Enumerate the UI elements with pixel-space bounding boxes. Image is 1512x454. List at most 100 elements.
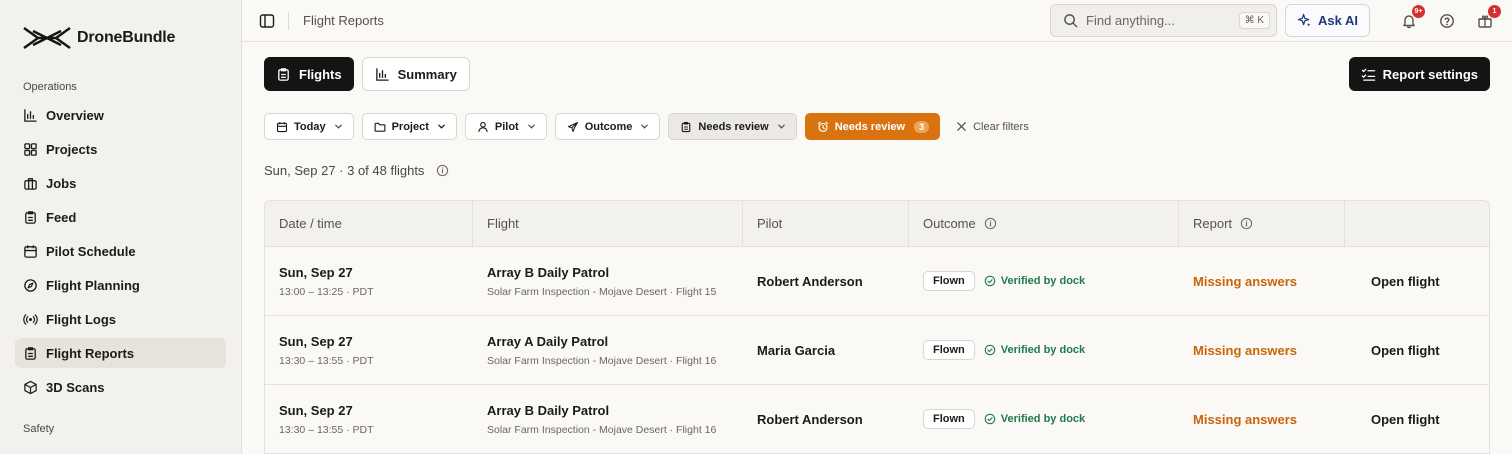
- clipboard-icon: [25, 210, 36, 224]
- breadcrumb: Flight Reports: [303, 13, 384, 28]
- verified-status: Verified by dock: [984, 413, 1085, 425]
- row-flight-sub: Solar Farm Inspection - Mojave Desert · …: [487, 285, 717, 298]
- sidebar-item-label: 3D Scans: [46, 379, 105, 395]
- sidebar-toggle-button[interactable]: [258, 12, 276, 30]
- column-header-pilot[interactable]: Pilot: [743, 201, 909, 246]
- filter-pilot[interactable]: Pilot: [464, 113, 547, 140]
- sidebar-item-3d-scans[interactable]: 3D Scans: [15, 372, 226, 402]
- outcome-badge: Flown: [923, 409, 975, 429]
- bar-chart-icon: [375, 67, 389, 81]
- info-icon[interactable]: [984, 217, 997, 230]
- tab-summary[interactable]: Summary: [361, 57, 470, 91]
- table-row[interactable]: Sun, Sep 27 13:00 – 13:25 · PDT Array B …: [265, 247, 1489, 316]
- sidebar-item-label: Overview: [46, 107, 104, 123]
- notifications-button[interactable]: 9+: [1400, 4, 1425, 30]
- sidebar-item-pilot-schedule[interactable]: Pilot Schedule: [15, 236, 226, 266]
- column-header-label: Date / time: [279, 216, 342, 231]
- table-row[interactable]: Sun, Sep 27 13:30 – 13:55 · PDT Array A …: [265, 316, 1489, 385]
- column-header-actions: [1345, 201, 1489, 246]
- sidebar-item-label: Pilot Schedule: [46, 243, 136, 259]
- help-button[interactable]: [1438, 12, 1456, 30]
- row-flight-sub: Solar Farm Inspection - Mojave Desert · …: [487, 423, 717, 436]
- tab-flights[interactable]: Flights: [264, 57, 354, 91]
- sidebar-item-flight-logs[interactable]: Flight Logs: [15, 304, 226, 334]
- section-label-safety: Safety: [23, 423, 55, 435]
- chevron-down-icon: [777, 124, 785, 129]
- section-label-operations: Operations: [23, 81, 77, 93]
- column-header-label: Pilot: [757, 216, 783, 231]
- column-header-report[interactable]: Report: [1179, 201, 1345, 246]
- cell-report: Missing answers: [1179, 247, 1345, 315]
- row-time: 13:30 – 13:55 · PDT: [279, 354, 374, 367]
- row-pilot: Robert Anderson: [757, 273, 863, 289]
- gift-button[interactable]: 1: [1476, 4, 1501, 30]
- row-date: Sun, Sep 27: [279, 264, 353, 280]
- filter-date-label: Today: [294, 120, 326, 133]
- brand-name: DroneBundle: [77, 29, 176, 46]
- chevron-down-icon: [641, 124, 649, 129]
- brand[interactable]: DroneBundle: [15, 0, 226, 76]
- table-row[interactable]: Sun, Sep 27 13:30 – 13:55 · PDT Array B …: [265, 385, 1489, 454]
- filter-report-status[interactable]: Needs review: [668, 113, 797, 140]
- row-flight-sub: Solar Farm Inspection - Mojave Desert · …: [487, 354, 717, 367]
- info-icon[interactable]: [436, 164, 449, 177]
- search-shortcut-hint: ⌘ K: [1238, 12, 1271, 29]
- results-summary-text: Sun, Sep 27 · 3 of 48 flights: [264, 162, 425, 178]
- sidebar-item-projects[interactable]: Projects: [15, 134, 226, 164]
- search-box[interactable]: ⌘ K: [1050, 4, 1278, 37]
- ask-ai-button[interactable]: Ask AI: [1285, 4, 1370, 37]
- column-header-flight[interactable]: Flight: [473, 201, 743, 246]
- report-settings-label: Report settings: [1382, 66, 1478, 82]
- filter-date[interactable]: Today: [264, 113, 354, 140]
- bar-chart-icon: [24, 108, 37, 122]
- open-flight-link[interactable]: Open flight: [1359, 412, 1489, 427]
- verified-label: Verified by dock: [1000, 413, 1086, 425]
- compass-icon: [24, 278, 37, 292]
- grid-icon: [24, 142, 37, 156]
- info-icon[interactable]: [1240, 217, 1253, 230]
- sidebar-item-jobs[interactable]: Jobs: [15, 168, 226, 198]
- column-header-datetime[interactable]: Date / time: [265, 201, 473, 246]
- row-pilot: Robert Anderson: [757, 411, 863, 427]
- search-input[interactable]: [1086, 13, 1231, 28]
- clear-filters-label: Clear filters: [973, 120, 1029, 133]
- sidebar: DroneBundle Operations Overview Projects…: [0, 0, 242, 454]
- cell-datetime: Sun, Sep 27 13:30 – 13:55 · PDT: [265, 316, 473, 384]
- folder-icon: [374, 122, 386, 132]
- row-flight-name: Array B Daily Patrol: [487, 264, 610, 280]
- cell-pilot: Robert Anderson: [743, 385, 909, 453]
- sidebar-item-flight-planning[interactable]: Flight Planning: [15, 270, 226, 300]
- report-status: Missing answers: [1193, 273, 1298, 289]
- filter-report-status-label: Needs review: [698, 120, 769, 133]
- cube-icon: [24, 380, 37, 394]
- sidebar-item-flight-reports[interactable]: Flight Reports: [15, 338, 226, 368]
- report-settings-button[interactable]: Report settings: [1348, 57, 1490, 91]
- report-status: Missing answers: [1193, 411, 1298, 427]
- filter-project[interactable]: Project: [361, 113, 457, 140]
- row-date: Sun, Sep 27: [279, 333, 353, 349]
- flights-table: Date / time Flight Pilot Outcome Report: [264, 200, 1490, 454]
- sidebar-item-label: Feed: [46, 209, 77, 225]
- plane-icon: [567, 121, 578, 132]
- verified-status: Verified by dock: [984, 275, 1085, 287]
- tab-summary-label: Summary: [397, 66, 457, 82]
- cell-actions: Open flight: [1345, 316, 1489, 384]
- sidebar-item-overview[interactable]: Overview: [15, 100, 226, 130]
- clear-filters-button[interactable]: Clear filters: [956, 121, 1029, 133]
- open-flight-link[interactable]: Open flight: [1359, 274, 1489, 289]
- needs-review-toggle[interactable]: Needs review 3: [804, 113, 941, 140]
- sidebar-item-feed[interactable]: Feed: [15, 202, 226, 232]
- cell-outcome: Flown Verified by dock: [909, 247, 1179, 315]
- sparkle-icon: [1297, 13, 1311, 27]
- check-circle-icon: [984, 413, 996, 425]
- cell-actions: Open flight: [1345, 385, 1489, 453]
- filter-outcome[interactable]: Outcome: [554, 113, 661, 140]
- content-area: Flights Summary Report settings Today Pr…: [242, 42, 1512, 454]
- open-flight-link[interactable]: Open flight: [1359, 343, 1489, 358]
- column-header-outcome[interactable]: Outcome: [909, 201, 1179, 246]
- check-circle-icon: [984, 275, 996, 287]
- sidebar-item-label: Flight Logs: [46, 311, 117, 327]
- topbar: Flight Reports ⌘ K Ask AI 9+ 1: [242, 0, 1512, 42]
- cell-pilot: Maria Garcia: [743, 316, 909, 384]
- sidebar-item-label: Projects: [46, 141, 98, 157]
